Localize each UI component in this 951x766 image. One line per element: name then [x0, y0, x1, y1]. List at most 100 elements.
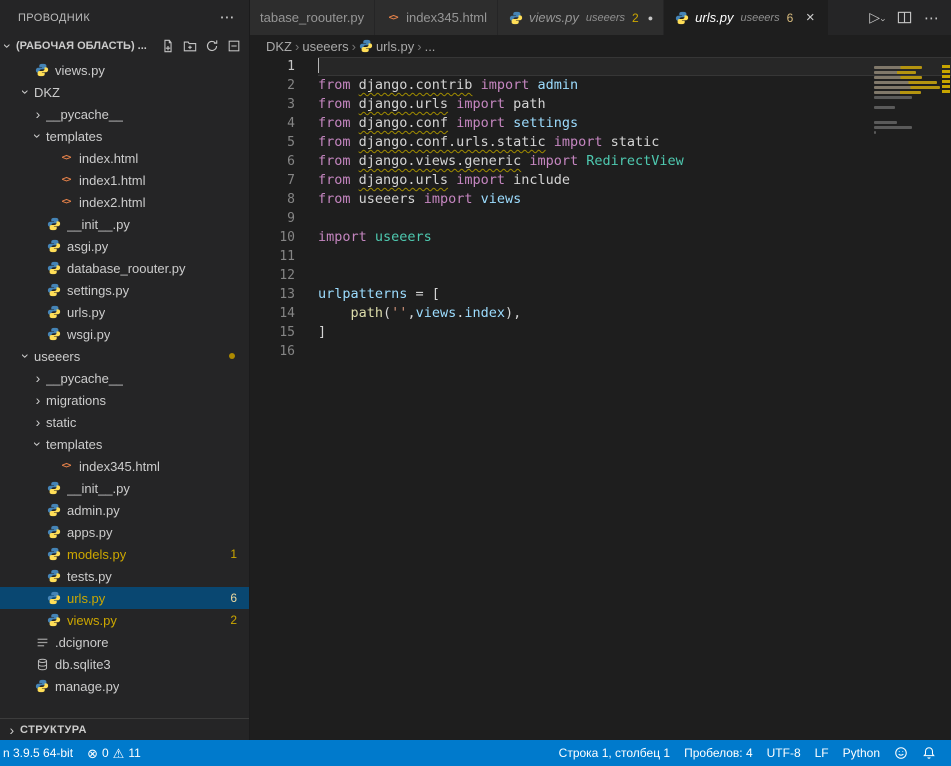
tree-file-index2.html[interactable]: <>index2.html: [0, 191, 249, 213]
run-button[interactable]: ▷›: [869, 9, 885, 26]
code-token: import: [554, 134, 603, 150]
tree-file-manage.py[interactable]: manage.py: [0, 675, 249, 697]
problems-badge: 2: [230, 613, 249, 627]
tree-item-label: __pycache__: [46, 107, 123, 122]
tree-item-label: urls.py: [67, 591, 105, 606]
split-editor-icon[interactable]: [897, 10, 912, 25]
tree-file-settings.py[interactable]: settings.py: [0, 279, 249, 301]
tree-file-.dcignore[interactable]: .dcignore: [0, 631, 249, 653]
explorer-actions: [161, 39, 241, 53]
breadcrumb-label: useeers: [302, 39, 348, 54]
python-icon: [46, 260, 62, 276]
code-line: 6from django.views.generic import Redire…: [250, 152, 951, 171]
tree-file-tests.py[interactable]: tests.py: [0, 565, 249, 587]
code-token: from: [318, 115, 359, 131]
tree-file-__init__.py[interactable]: __init__.py: [0, 477, 249, 499]
tree-file-database_roouter.py[interactable]: database_roouter.py: [0, 257, 249, 279]
explorer-more-icon[interactable]: ⋯: [220, 10, 235, 25]
cursor-position-status[interactable]: Строка 1, столбец 1: [556, 740, 677, 766]
tree-file-apps.py[interactable]: apps.py: [0, 521, 249, 543]
tree-file-views.py[interactable]: views.py2: [0, 609, 249, 631]
close-icon[interactable]: ×: [802, 10, 818, 25]
tree-folder-templates[interactable]: ›templates: [0, 125, 249, 147]
tree-file-models.py[interactable]: models.py1: [0, 543, 249, 565]
python-icon: [34, 678, 50, 694]
tree-item-label: templates: [46, 437, 102, 452]
minimap-bar: [874, 96, 912, 99]
chevron-down-icon: ›: [31, 128, 45, 144]
minimap-bar: [874, 71, 916, 74]
chevron-down-icon: ›: [19, 348, 33, 364]
html-icon: <>: [58, 458, 74, 474]
refresh-icon[interactable]: [205, 39, 219, 53]
code-editor[interactable]: 12from django.contrib import admin3from …: [250, 57, 951, 740]
explorer-header: ПРОВОДНИК ⋯: [0, 0, 249, 35]
line-number: 3: [250, 95, 318, 114]
line-number: 15: [250, 323, 318, 342]
collapse-all-icon[interactable]: [227, 39, 241, 53]
tree-file-index345.html[interactable]: <>index345.html: [0, 455, 249, 477]
language-mode-status[interactable]: Python: [836, 740, 887, 766]
tab-problems-badge: 2: [632, 11, 639, 25]
editor-more-icon[interactable]: ⋯: [924, 9, 939, 27]
file-tree: views.py›DKZ›__pycache__›templates<>inde…: [0, 57, 249, 718]
workspace-section-header[interactable]: › (РАБОЧАЯ ОБЛАСТЬ) ...: [0, 35, 249, 57]
tab-views.py[interactable]: views.pyuseeers2●: [498, 0, 664, 35]
code-token: import: [424, 191, 473, 207]
tree-item-label: asgi.py: [67, 239, 108, 254]
explorer-title: ПРОВОДНИК: [18, 12, 90, 24]
breadcrumb-item[interactable]: ...: [425, 39, 436, 54]
tree-folder-DKZ[interactable]: ›DKZ: [0, 81, 249, 103]
line-number: 2: [250, 76, 318, 95]
tree-file-__init__.py[interactable]: __init__.py: [0, 213, 249, 235]
tree-folder-useeers[interactable]: ›useeers: [0, 345, 249, 367]
tree-file-asgi.py[interactable]: asgi.py: [0, 235, 249, 257]
tab-index345.html[interactable]: <>index345.html: [375, 0, 498, 35]
code-token: from: [318, 96, 359, 112]
tree-file-db.sqlite3[interactable]: db.sqlite3: [0, 653, 249, 675]
tree-file-admin.py[interactable]: admin.py: [0, 499, 249, 521]
outline-section-header[interactable]: › СТРУКТУРА: [0, 718, 249, 740]
tab-label: index345.html: [406, 10, 487, 25]
code-token: django.views.generic: [359, 153, 522, 169]
tab-urls.py[interactable]: urls.pyuseeers6×: [664, 0, 829, 35]
encoding-status[interactable]: UTF-8: [760, 740, 808, 766]
problems-indicator[interactable]: ⊗0 ⚠11: [80, 740, 148, 766]
feedback-smiley-icon[interactable]: [887, 740, 915, 766]
tree-file-wsgi.py[interactable]: wsgi.py: [0, 323, 249, 345]
new-file-icon[interactable]: [161, 39, 175, 53]
notifications-bell-icon[interactable]: [915, 740, 943, 766]
line-number: 4: [250, 114, 318, 133]
minimap[interactable]: [874, 57, 940, 140]
tree-item-label: index.html: [79, 151, 138, 166]
tree-folder-migrations[interactable]: ›migrations: [0, 389, 249, 411]
tree-folder-static[interactable]: ›static: [0, 411, 249, 433]
minimap-bar: [874, 81, 937, 84]
breadcrumb-item[interactable]: DKZ: [266, 39, 292, 54]
breadcrumb-item[interactable]: urls.py: [359, 39, 414, 54]
tree-file-urls.py[interactable]: urls.py: [0, 301, 249, 323]
code-token: path: [351, 305, 384, 321]
tree-folder-templates[interactable]: ›templates: [0, 433, 249, 455]
python-interpreter-status[interactable]: n 3.9.5 64-bit: [0, 740, 80, 766]
code-token: '': [391, 305, 407, 321]
tree-file-index.html[interactable]: <>index.html: [0, 147, 249, 169]
tree-folder-__pycache__[interactable]: ›__pycache__: [0, 367, 249, 389]
code-token: views: [472, 191, 521, 207]
chevron-down-icon: ›: [31, 436, 45, 452]
code-token: ),: [505, 305, 521, 321]
tree-folder-__pycache__[interactable]: ›__pycache__: [0, 103, 249, 125]
code-line: 12: [250, 266, 951, 285]
new-folder-icon[interactable]: [183, 39, 197, 53]
code-token: index: [464, 305, 505, 321]
error-icon: ⊗: [87, 747, 98, 760]
indentation-status[interactable]: Пробелов: 4: [677, 740, 760, 766]
tree-file-urls.py[interactable]: urls.py6: [0, 587, 249, 609]
tree-file-index1.html[interactable]: <>index1.html: [0, 169, 249, 191]
breadcrumb-item[interactable]: useeers: [302, 39, 348, 54]
tree-file-views.py[interactable]: views.py: [0, 59, 249, 81]
eol-status[interactable]: LF: [808, 740, 836, 766]
code-line: 14 path('',views.index),: [250, 304, 951, 323]
tab-tabase_roouter.py[interactable]: tabase_roouter.py: [250, 0, 375, 35]
code-token: useeers: [367, 229, 432, 245]
